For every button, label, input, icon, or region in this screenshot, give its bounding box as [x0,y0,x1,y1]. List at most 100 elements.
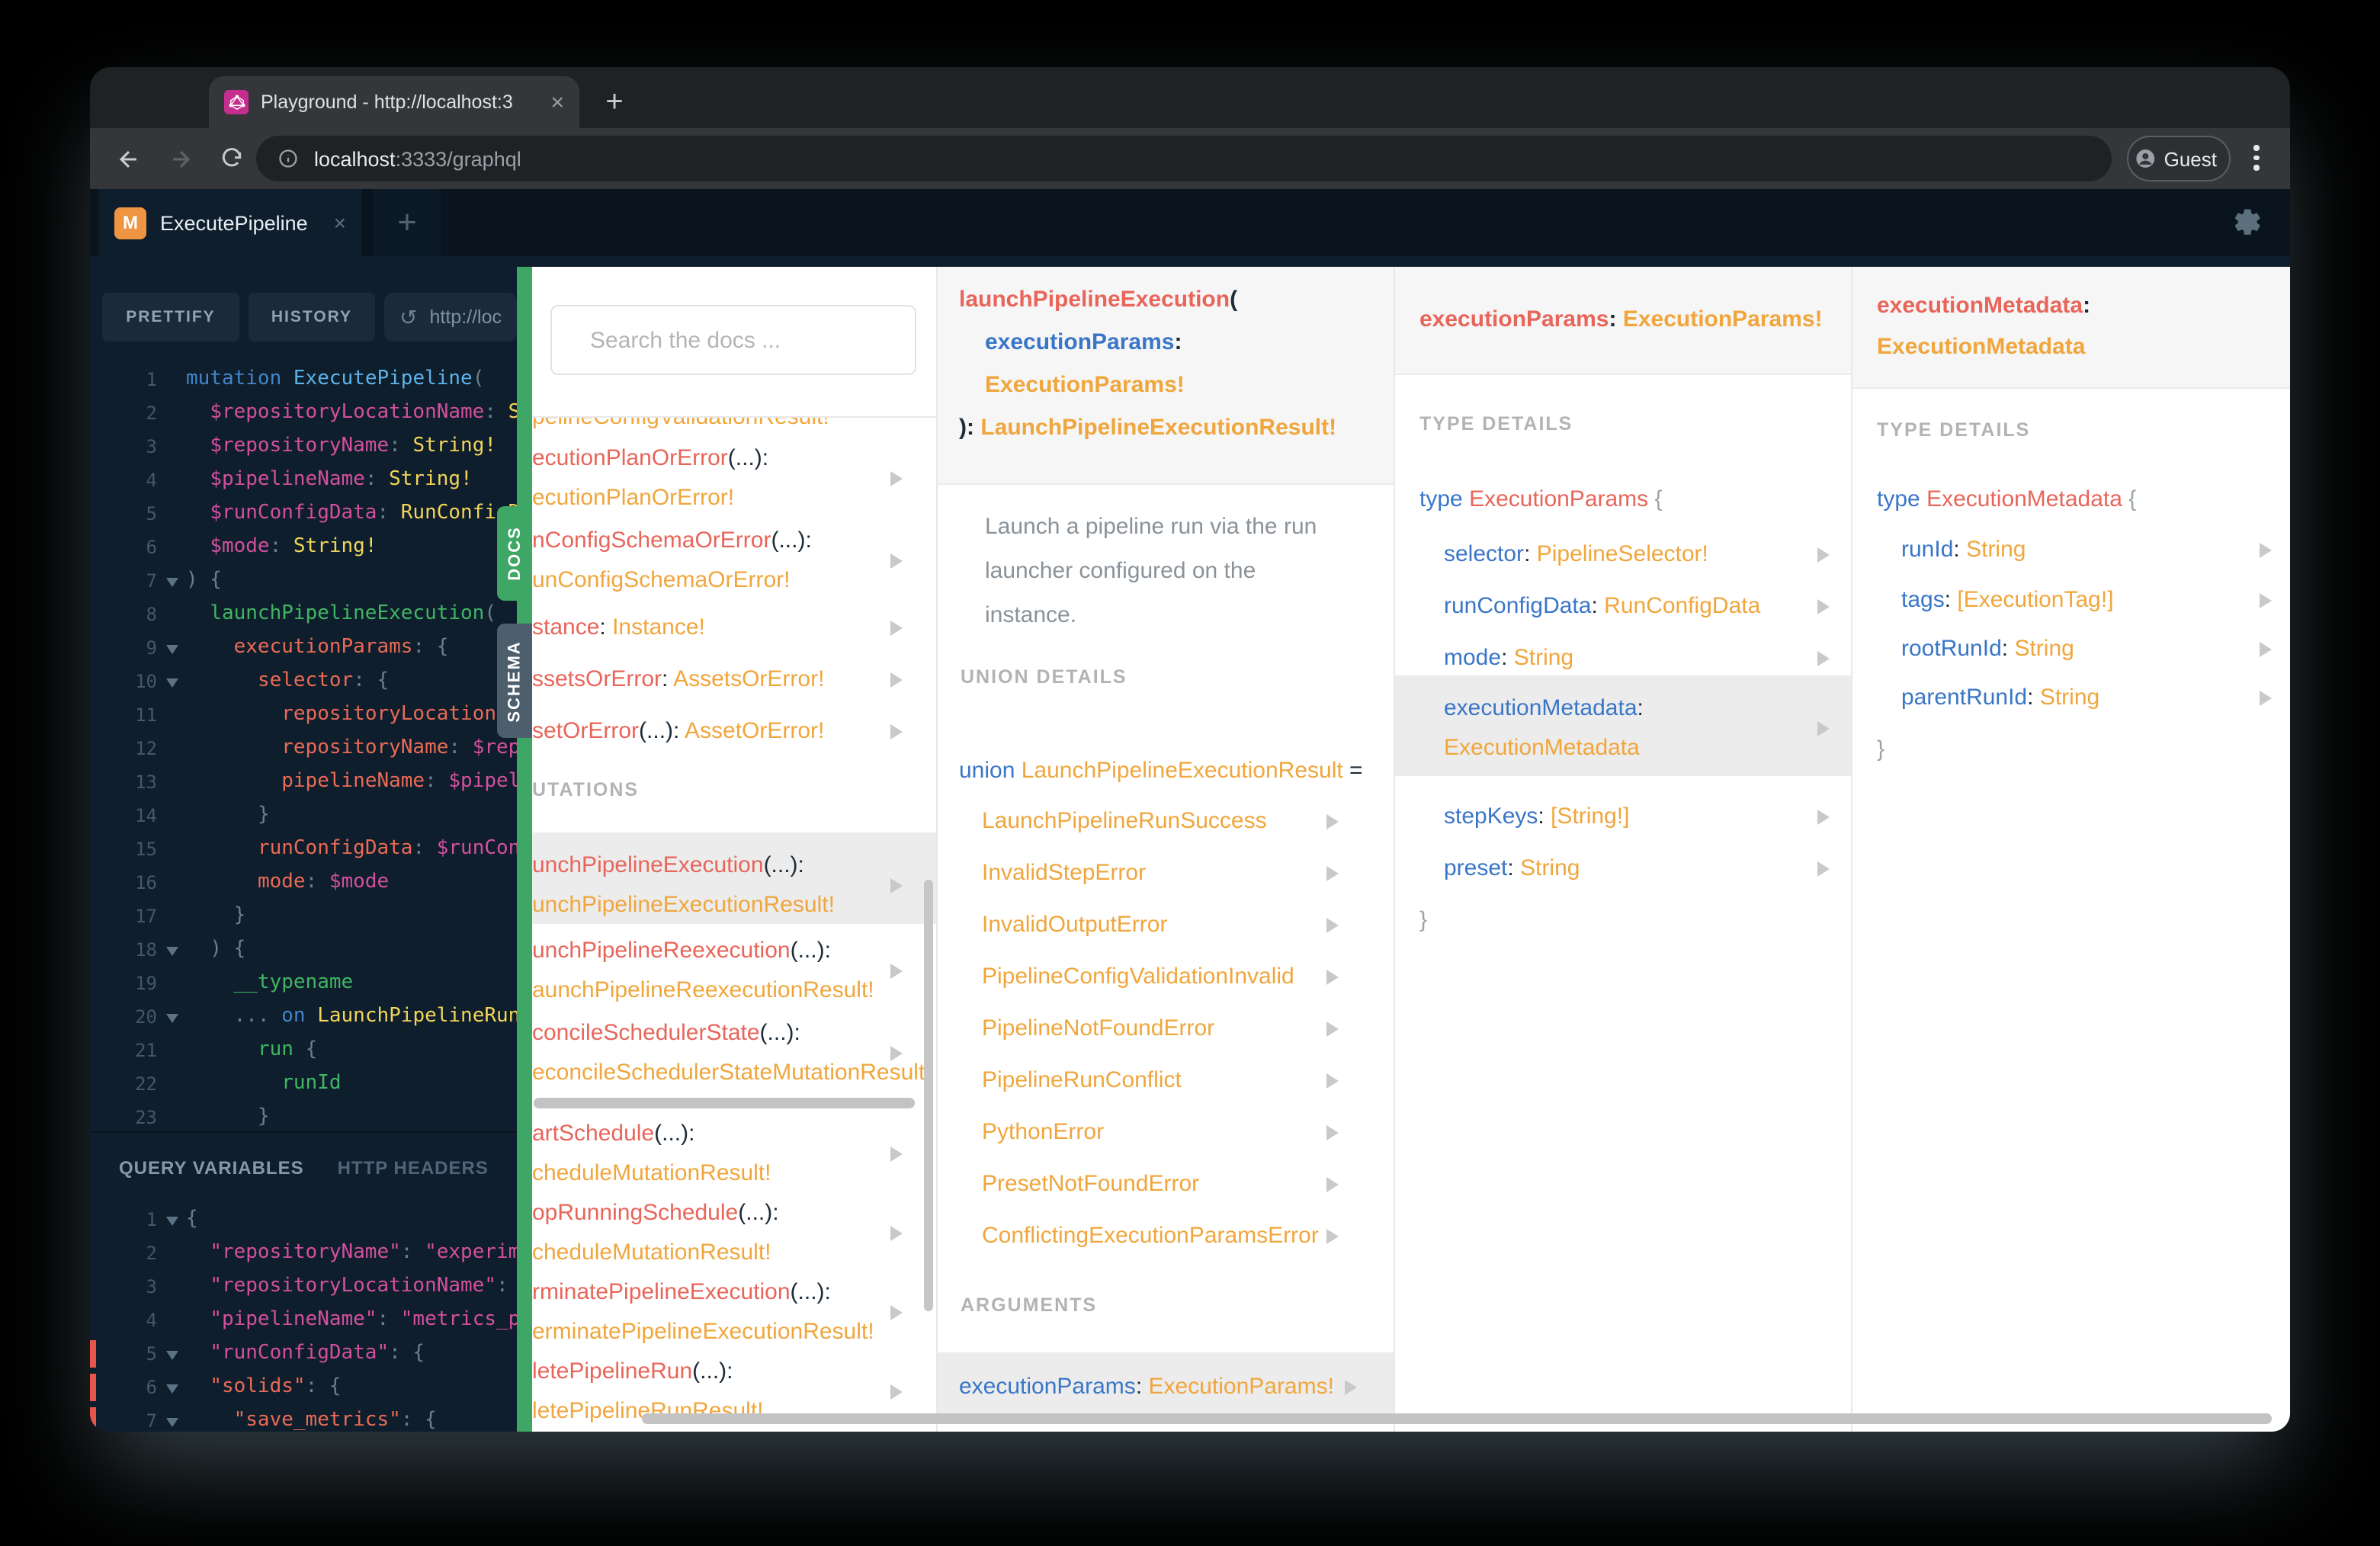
expand-arrow-icon[interactable] [1345,1380,1357,1395]
doc-row[interactable]: preset: String [1444,849,1580,889]
expand-arrow-icon[interactable] [890,1305,903,1320]
code-line-1[interactable]: 1 mutation ExecutePipeline( [90,363,517,396]
doc-row[interactable]: executionMetadata: [1877,285,2090,326]
doc-row[interactable]: ): LaunchPipelineExecutionResult! [959,407,1336,450]
doc-row[interactable]: ecutionPlanOrError(...): ecutionPlanOrErr… [532,439,768,518]
doc-row[interactable]: executionParams: ExecutionParams! [1419,300,1823,340]
expand-arrow-icon[interactable] [2260,642,2272,657]
expand-arrow-icon[interactable] [1817,599,1830,614]
code-line-5[interactable]: 5 $runConfigData: RunConfigData! [90,497,517,531]
fold-arrow-icon[interactable] [166,1418,178,1427]
new-session-button[interactable]: + [374,189,441,256]
docs-search[interactable] [550,305,916,375]
fold-arrow-icon[interactable] [166,1217,178,1226]
back-icon[interactable] [105,136,151,181]
doc-row[interactable]: executionParams: ExecutionParams! [959,1368,1334,1407]
fold-arrow-icon[interactable] [166,1014,178,1023]
browser-tab[interactable]: Playground - http://localhost:3 × [209,76,579,128]
tab-http-headers[interactable]: HTTP HEADERS [338,1157,489,1179]
doc-row[interactable]: ConflictingExecutionParamsError [982,1217,1319,1256]
expand-arrow-icon[interactable] [1326,970,1339,985]
browser-menu-icon[interactable] [2253,145,2259,170]
expand-arrow-icon[interactable] [1326,1229,1339,1244]
code-line-17[interactable]: 17 } [90,900,517,933]
expand-arrow-icon[interactable] [1326,1073,1339,1089]
prettify-button[interactable]: PRETTIFY [102,293,239,342]
code-line-13[interactable]: 13 pipelineName: $pipelineName [90,765,517,799]
variables-line-6[interactable]: 6 "solids": { [90,1371,517,1404]
expand-arrow-icon[interactable] [1326,1022,1339,1037]
expand-arrow-icon[interactable] [890,672,903,688]
session-close-icon[interactable]: × [334,210,346,235]
doc-row[interactable]: union LaunchPipelineExecutionResult = [959,752,1363,791]
code-line-3[interactable]: 3 $repositoryName: String! [90,430,517,463]
expand-arrow-icon[interactable] [2260,691,2272,706]
doc-row[interactable]: setOrError(...): AssetOrError! [532,712,824,752]
variables-line-2[interactable]: 2 "repositoryName": "experimental", [90,1236,517,1270]
variables-editor[interactable]: 1{2 "repositoryName": "experimental",3 "… [90,1203,517,1432]
code-line-15[interactable]: 15 runConfigData: $runConfigData [90,832,517,866]
address-bar[interactable]: localhost:3333/graphql [256,136,2112,181]
expand-arrow-icon[interactable] [890,878,903,893]
expand-arrow-icon[interactable] [890,1046,903,1061]
tab-query-variables[interactable]: QUERY VARIABLES [119,1157,304,1179]
doc-row[interactable]: tags: [ExecutionTag!] [1901,581,2114,621]
tab-schema[interactable]: SCHEMA [497,624,532,738]
doc-row[interactable]: artSchedule(...): cheduleMutationResult! [532,1115,771,1194]
info-icon[interactable] [277,148,299,169]
code-line-8[interactable]: 8 launchPipelineExecution( [90,598,517,631]
doc-row[interactable]: } [1877,730,1884,770]
tab-close-icon[interactable]: × [550,89,564,115]
code-line-21[interactable]: 21 run { [90,1034,517,1067]
code-line-20[interactable]: 20 ... on LaunchPipelineRunSuccess [90,1000,517,1034]
doc-row[interactable]: InvalidStepError [982,854,1146,893]
variables-line-4[interactable]: 4 "pipelineName": "metrics_pipeline", [90,1304,517,1337]
doc-row[interactable]: rootRunId: String [1901,630,2074,669]
expand-arrow-icon[interactable] [1817,651,1830,666]
expand-arrow-icon[interactable] [890,964,903,979]
expand-arrow-icon[interactable] [1817,861,1830,877]
code-line-14[interactable]: 14 } [90,799,517,832]
code-line-12[interactable]: 12 repositoryName: $repositoryName [90,732,517,765]
docs-search-input[interactable] [587,326,897,354]
doc-row[interactable]: unchPipelineExecution(...): unchPipelineE… [532,846,835,925]
doc-row[interactable]: executionParams: [985,322,1182,364]
doc-row[interactable]: unchPipelineReexecution(...): aunchPipeli… [532,932,874,1011]
doc-row[interactable]: concileSchedulerState(...): econcileSched… [532,1014,932,1093]
code-line-23[interactable]: 23 } [90,1101,517,1131]
doc-row[interactable]: opRunningSchedule(...): cheduleMutationRe… [532,1194,779,1273]
settings-gear-icon[interactable] [2229,206,2263,239]
column-horizontal-scrollbar[interactable] [534,1098,915,1108]
doc-row[interactable]: stance: Instance! [532,608,705,648]
doc-row[interactable]: stepKeys: [String!] [1444,797,1629,837]
doc-row[interactable]: } [1419,901,1427,941]
code-line-2[interactable]: 2 $repositoryLocationName: String! [90,396,517,430]
doc-row[interactable]: runConfigData: RunConfigData [1444,587,1760,627]
docs-panel-edge[interactable] [517,267,532,1432]
doc-row[interactable]: type ExecutionMetadata { [1877,480,2136,520]
doc-row[interactable]: ExecutionParams! [985,364,1185,407]
doc-row[interactable]: PresetNotFoundError [982,1165,1199,1204]
expand-arrow-icon[interactable] [890,553,903,569]
expand-arrow-icon[interactable] [1326,918,1339,933]
doc-row[interactable]: rminatePipelineExecution(...): erminatePi… [532,1273,874,1352]
doc-row[interactable]: parentRunId: String [1901,678,2099,718]
expand-arrow-icon[interactable] [2260,593,2272,608]
code-line-16[interactable]: 16 mode: $mode [90,866,517,900]
doc-row[interactable]: selector: PipelineSelector! [1444,535,1708,575]
expand-arrow-icon[interactable] [890,1147,903,1162]
code-line-11[interactable]: 11 repositoryLocationName: $repositoryLo… [90,698,517,732]
doc-row[interactable]: nConfigSchemaOrError(...): unConfigSchema… [532,521,812,601]
doc-row[interactable]: mode: String [1444,639,1573,678]
expand-arrow-icon[interactable] [1326,814,1339,829]
code-line-10[interactable]: 10 selector: { [90,665,517,698]
code-line-6[interactable]: 6 $mode: String! [90,531,517,564]
doc-row[interactable]: ssetsOrError: AssetsOrError! [532,660,824,700]
doc-row[interactable]: PythonError [982,1113,1104,1153]
fold-arrow-icon[interactable] [166,578,178,587]
history-button[interactable]: HISTORY [248,293,376,342]
new-tab-button[interactable]: + [593,81,636,123]
fold-arrow-icon[interactable] [166,1384,178,1394]
forward-icon[interactable] [157,136,203,181]
doc-row[interactable]: PipelineNotFoundError [982,1009,1214,1049]
